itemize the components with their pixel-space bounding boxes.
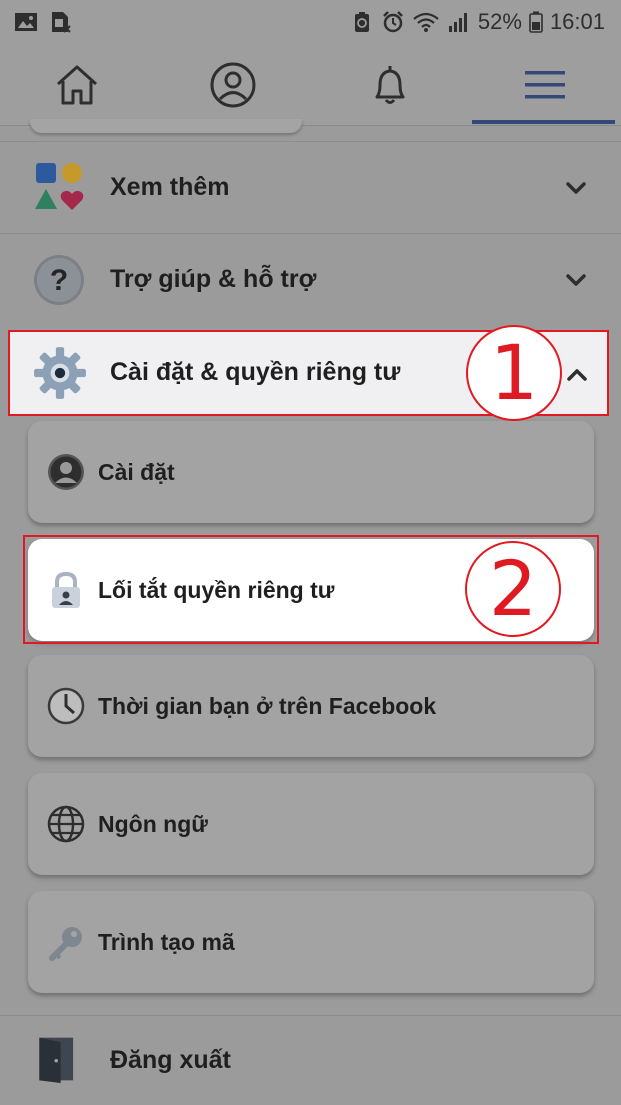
- logout-label: Đăng xuất: [110, 1046, 231, 1074]
- alarm-icon: [383, 11, 403, 33]
- chevron-down-icon: [566, 182, 586, 194]
- settings-privacy-label: Cài đặt & quyền riêng tư: [110, 358, 401, 386]
- submenu-item-time-on-facebook[interactable]: Thời gian bạn ở trên Facebook: [28, 655, 594, 757]
- submenu-item-language[interactable]: Ngôn ngữ: [28, 773, 594, 875]
- door-icon: [39, 1037, 74, 1083]
- submenu-label: Ngôn ngữ: [98, 810, 208, 837]
- gear-icon: [34, 347, 86, 399]
- battery-percent: 52%: [477, 9, 522, 34]
- tab-notifications[interactable]: [315, 44, 465, 126]
- tab-profile[interactable]: [158, 44, 308, 126]
- globe-icon: [47, 805, 85, 843]
- battery-icon: [529, 11, 543, 33]
- chevron-down-icon: [566, 274, 586, 286]
- user-circle-icon: [48, 454, 84, 490]
- step-2-annotation: 2: [465, 541, 561, 637]
- bell-icon: [375, 66, 405, 104]
- key-icon: [49, 927, 82, 961]
- tab-menu[interactable]: [470, 44, 620, 126]
- nav-bar: [0, 44, 621, 126]
- gallery-icon: [15, 13, 37, 31]
- submenu-item-settings[interactable]: Cài đặt: [28, 421, 594, 523]
- section-settings-privacy[interactable]: Cài đặt & quyền riêng tư 1: [8, 325, 609, 421]
- home-icon: [56, 65, 98, 105]
- previous-card-edge: [30, 119, 302, 133]
- sim-icon: [52, 12, 71, 33]
- step-1-annotation: 1: [466, 325, 562, 421]
- status-right: 52% 16:01: [350, 9, 605, 35]
- clock-time: 16:01: [549, 9, 605, 34]
- question-icon: ?: [34, 255, 84, 305]
- submenu-label: Trình tạo mã: [98, 928, 235, 955]
- tab-home[interactable]: [2, 44, 152, 126]
- section-see-more[interactable]: Xem thêm: [0, 141, 621, 233]
- signal-icon: [448, 13, 467, 32]
- submenu-item-code-generator[interactable]: Trình tạo mã: [28, 891, 594, 993]
- battery-saver-icon: [354, 12, 369, 32]
- menu-icon: [525, 71, 565, 99]
- profile-icon: [210, 62, 256, 108]
- see-more-label: Xem thêm: [110, 173, 230, 201]
- shapes-icon: [35, 163, 84, 210]
- menu-content: Xem thêm ? Trợ giúp & hỗ trợ Cài đặt & q…: [0, 119, 621, 1105]
- clock-icon: [47, 687, 85, 725]
- privacy-shortcuts-highlight: 2: [23, 535, 599, 644]
- active-tab-indicator: [472, 120, 615, 124]
- logout-button[interactable]: Đăng xuất: [0, 1015, 621, 1105]
- status-left: [14, 11, 72, 33]
- submenu-label: Thời gian bạn ở trên Facebook: [98, 692, 437, 719]
- chevron-up-icon: [567, 369, 587, 381]
- wifi-icon: [413, 12, 439, 32]
- section-help[interactable]: ? Trợ giúp & hỗ trợ: [0, 233, 621, 325]
- status-bar: 52% 16:01: [0, 0, 621, 44]
- submenu-label: Cài đặt: [98, 458, 175, 485]
- svg-text:?: ?: [50, 264, 68, 297]
- help-label: Trợ giúp & hỗ trợ: [110, 265, 317, 293]
